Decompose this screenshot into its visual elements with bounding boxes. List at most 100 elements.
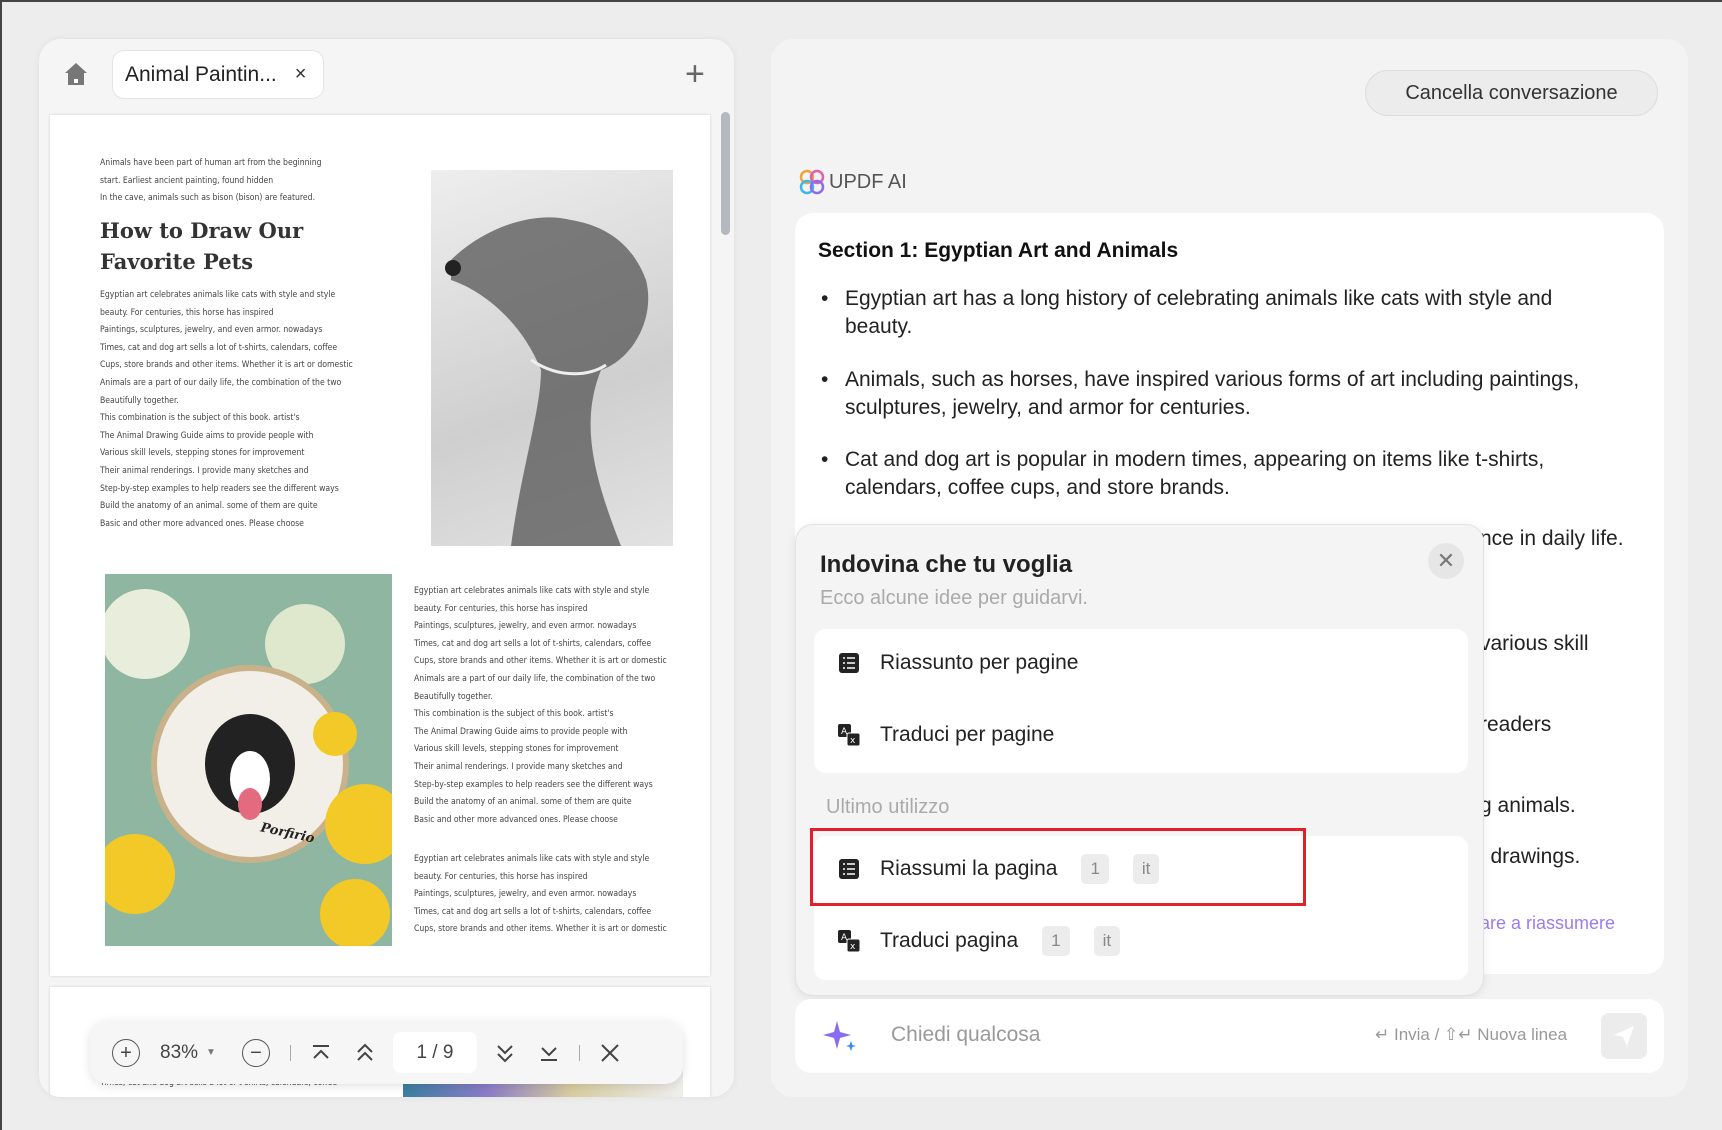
home-icon[interactable] (63, 61, 89, 87)
text-line: Their animal renderings. I provide many … (414, 761, 623, 772)
page-number-field[interactable]: 1 / 9 (392, 1032, 477, 1073)
dog-sketch-image (431, 170, 673, 547)
text-line: Step-by-step examples to help readers se… (100, 483, 339, 494)
next-page-icon[interactable] (495, 1043, 515, 1063)
new-tab-button[interactable]: + (685, 55, 705, 94)
zoom-value: 83% (160, 1041, 199, 1063)
section-title: Section 1: Egyptian Art and Animals (818, 239, 1179, 262)
text-line: Animals have been part of human art from… (100, 158, 322, 168)
divider (289, 1044, 291, 1061)
page-heading: How to Draw Our Favorite Pets (100, 215, 303, 277)
text-line: Egyptian art celebrates animals like cat… (414, 854, 650, 864)
recent-label: Ultimo utilizzo (826, 796, 950, 818)
suggestion-label: Riassunto per pagine (880, 651, 1079, 674)
suggestions-group: Riassunto per pagine Ax Traduci per pagin… (814, 629, 1468, 773)
text-line: Egyptian art celebrates animals like cat… (100, 290, 336, 300)
last-page-icon[interactable] (539, 1043, 559, 1063)
text-line: Cups, store brands and other items. Whet… (100, 360, 353, 371)
bullet-fragment: various skill (1480, 632, 1589, 655)
text-line: Cups, store brands and other items. Whet… (414, 656, 667, 667)
text-line: beauty. For centuries, this horse has in… (414, 603, 588, 614)
page-toolbar: + 83% ▼ − 1 / 9 (90, 1021, 683, 1084)
ai-label: UPDF AI (829, 170, 907, 193)
translate-icon: Ax (838, 724, 861, 747)
text-line: Paintings, sculptures, jewelry, and even… (414, 621, 637, 632)
close-toolbar-icon[interactable] (600, 1043, 620, 1063)
summarize-link[interactable]: are a riassumere (1480, 913, 1615, 934)
language-badge: it (1093, 926, 1121, 956)
zoom-select[interactable]: 83% ▼ (160, 1042, 216, 1064)
page-separator: / (432, 1041, 438, 1063)
suggestion-translate-by-pages[interactable]: Ax Traduci per pagine (838, 723, 1054, 747)
tab-animal-paintings[interactable]: Animal Paintin... × (112, 50, 324, 99)
heading-line: Favorite Pets (100, 249, 254, 274)
text-line: Times, cat and dog art sells a lot of t-… (100, 342, 338, 353)
pdf-viewer-panel: Animal Paintin... × + Animals have been p… (39, 39, 734, 1097)
text-line: Basic and other more advanced ones. Plea… (414, 814, 618, 825)
vertical-scrollbar[interactable] (721, 112, 730, 235)
text-line: Cups, store brands and other items. Whet… (414, 924, 667, 935)
list-icon (838, 652, 860, 674)
text-line: Times, cat and dog art sells a lot of t-… (414, 906, 652, 917)
body-text-right: Egyptian art celebrates animals like cat… (414, 583, 667, 829)
bullet-fragment: readers (1480, 713, 1552, 736)
text-line: This combination is the subject of this … (414, 709, 614, 720)
svg-text:x: x (850, 736, 856, 746)
text-line: Paintings, sculptures, jewelry, and even… (100, 325, 323, 336)
zoom-out-icon[interactable]: − (241, 1038, 270, 1067)
heading-line: How to Draw Our (100, 218, 304, 243)
text-line: Animals are a part of our daily life, th… (100, 377, 342, 388)
highlight-box (810, 828, 1306, 906)
svg-text:x: x (850, 942, 856, 952)
text-line: This combination is the subject of this … (100, 413, 300, 424)
text-line: Paintings, sculptures, jewelry, and even… (414, 889, 637, 900)
text-line: The Animal Drawing Guide aims to provide… (414, 726, 628, 737)
text-line: Egyptian art celebrates animals like cat… (414, 586, 650, 596)
intro-text: Animals have been part of human art from… (100, 155, 322, 208)
bullet-item: Animals, such as horses, have inspired v… (821, 366, 1605, 422)
text-line: Build the anatomy of an animal. some of … (100, 501, 318, 512)
suggestion-summary-by-pages[interactable]: Riassunto per pagine (838, 651, 1078, 675)
first-page-icon[interactable] (311, 1043, 331, 1063)
total-pages: 9 (442, 1041, 454, 1063)
text-line: Build the anatomy of an animal. some of … (414, 797, 632, 808)
text-line: Their animal renderings. I provide many … (100, 465, 309, 476)
text-line: Basic and other more advanced ones. Plea… (100, 518, 304, 529)
close-popup-icon[interactable]: ✕ (1428, 543, 1464, 579)
keyboard-hint: ↵ Invia / ⇧↵ Nuova linea (1375, 1025, 1568, 1044)
suggestion-label: Traduci per pagine (880, 723, 1055, 746)
clear-conversation-button[interactable]: Cancella conversazione (1365, 70, 1658, 116)
updf-ai-logo-icon (799, 169, 825, 195)
text-line: The Animal Drawing Guide aims to provide… (100, 430, 314, 441)
recent-label-text: Traduci pagina (880, 929, 1019, 952)
bullet-fragment: nce in daily life. (1480, 527, 1624, 550)
tab-close-icon[interactable]: × (295, 63, 307, 86)
text-line: beauty. For centuries, this horse has in… (414, 871, 588, 882)
previous-page-icon[interactable] (355, 1043, 375, 1063)
chat-input-bar: Chiedi qualcosa ↵ Invia / ⇧↵ Nuova linea (795, 999, 1664, 1073)
bullet-fragment: l drawings. (1480, 845, 1581, 868)
bullet-item: Cat and dog art is popular in modern tim… (821, 446, 1605, 502)
suggestions-popup: Indovina che tu voglia Ecco alcune idee … (795, 524, 1484, 996)
body-text: Egyptian art celebrates animals like cat… (100, 287, 353, 533)
tab-title: Animal Paintin... (125, 62, 277, 86)
recent-translate-page[interactable]: Ax Traduci pagina 1 it (838, 926, 1121, 956)
translate-icon: Ax (838, 930, 861, 953)
text-line: Animals are a part of our daily life, th… (414, 673, 656, 684)
divider (578, 1044, 580, 1061)
send-button[interactable] (1601, 1013, 1647, 1059)
send-icon (1614, 1026, 1634, 1046)
text-line: Various skill levels, stepping stones fo… (414, 744, 619, 755)
text-line: beauty. For centuries, this horse has in… (100, 307, 274, 318)
page-badge: 1 (1042, 926, 1070, 956)
ai-chat-panel: Cancella conversazione UPDF AI Section 1… (771, 39, 1688, 1097)
chat-input[interactable]: Chiedi qualcosa (891, 1023, 1040, 1047)
bullet-item: Egyptian art has a long history of celeb… (821, 285, 1605, 341)
sparkle-icon (823, 1019, 859, 1058)
text-line: In the cave, animals such as bison (biso… (100, 193, 316, 204)
popup-title: Indovina che tu voglia (820, 551, 1073, 578)
zoom-in-icon[interactable]: + (112, 1038, 140, 1067)
body-text-right-2: Egyptian art celebrates animals like cat… (414, 851, 667, 939)
text-line: Beautifully together. (414, 691, 493, 702)
pdf-page: Animals have been part of human art from… (50, 115, 710, 976)
